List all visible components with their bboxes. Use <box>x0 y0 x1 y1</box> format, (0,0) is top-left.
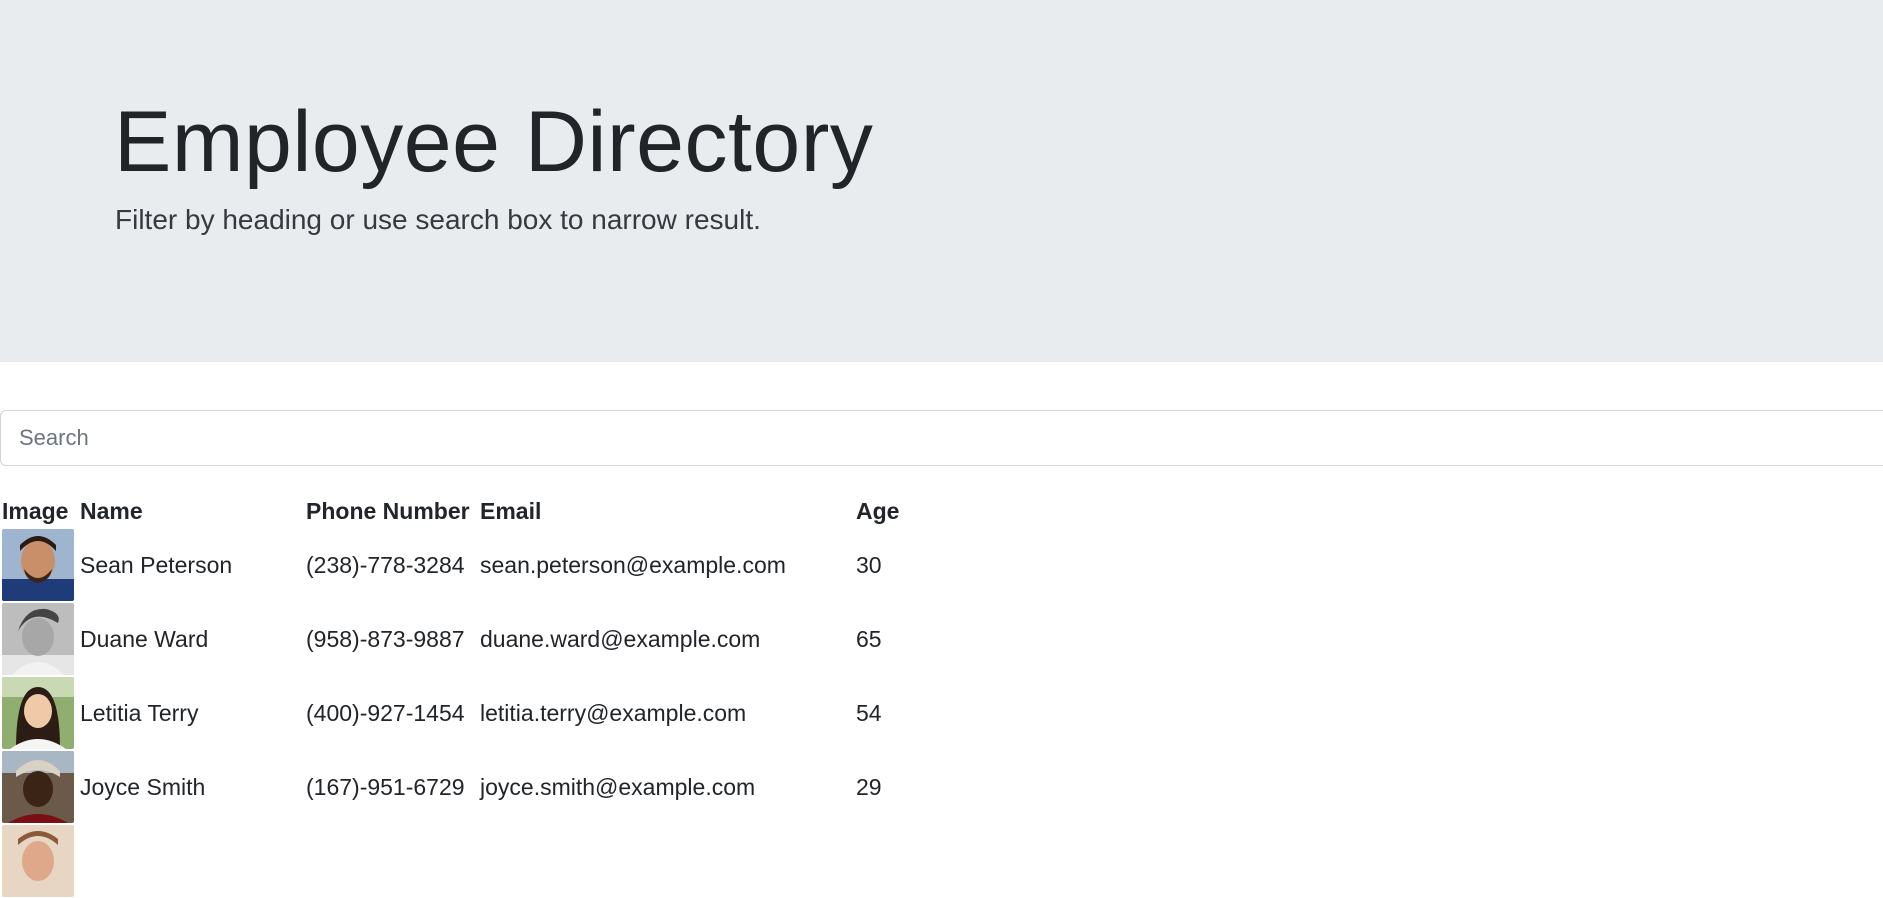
employee-name: Letitia Terry <box>80 699 199 726</box>
jumbotron-header: Employee Directory Filter by heading or … <box>0 0 1883 362</box>
column-header-age[interactable]: Age <box>854 494 920 528</box>
employee-age: 29 <box>856 773 882 800</box>
employee-phone: (400)-927-1454 <box>306 699 465 726</box>
table-header-row: Image Name Phone Number Email Age <box>0 494 920 528</box>
employee-phone: (238)-778-3284 <box>306 551 465 578</box>
page-subtitle: Filter by heading or use search box to n… <box>115 204 761 235</box>
avatar <box>2 529 74 601</box>
avatar <box>2 677 74 749</box>
avatar-cell <box>0 602 78 676</box>
column-header-name[interactable]: Name <box>78 494 304 528</box>
employee-age: 30 <box>856 551 882 578</box>
table-row: Letitia Terry (400)-927-1454 letitia.ter… <box>0 676 920 750</box>
avatar-cell <box>0 528 78 602</box>
employee-name: Sean Peterson <box>80 551 233 578</box>
employee-name: Duane Ward <box>80 625 209 652</box>
column-header-image[interactable]: Image <box>0 494 78 528</box>
employee-email: joyce.smith@example.com <box>480 773 756 800</box>
employee-name: Joyce Smith <box>80 773 206 800</box>
employee-phone: (958)-873-9887 <box>306 625 465 652</box>
employee-email: letitia.terry@example.com <box>480 699 747 726</box>
employee-phone: (167)-951-6729 <box>306 773 465 800</box>
employee-age: 65 <box>856 625 882 652</box>
column-header-email[interactable]: Email <box>478 494 854 528</box>
employee-email: sean.peterson@example.com <box>480 551 786 578</box>
avatar-cell <box>0 750 78 824</box>
avatar <box>2 825 74 897</box>
table-row-partial <box>0 824 920 898</box>
table-row: Joyce Smith (167)-951-6729 joyce.smith@e… <box>0 750 920 824</box>
employee-age: 54 <box>856 699 882 726</box>
search-input[interactable] <box>0 410 1883 466</box>
column-header-phone[interactable]: Phone Number <box>304 494 478 528</box>
avatar <box>2 603 74 675</box>
avatar-cell <box>0 676 78 750</box>
table-row: Duane Ward (958)-873-9887 duane.ward@exa… <box>0 602 920 676</box>
avatar <box>2 751 74 823</box>
table-row: Sean Peterson (238)-778-3284 sean.peters… <box>0 528 920 602</box>
page-title: Employee Directory <box>114 94 874 190</box>
employee-table: Image Name Phone Number Email Age Sean P… <box>0 494 920 898</box>
search-container <box>0 410 1883 466</box>
employee-email: duane.ward@example.com <box>480 625 761 652</box>
avatar-cell <box>0 824 78 898</box>
